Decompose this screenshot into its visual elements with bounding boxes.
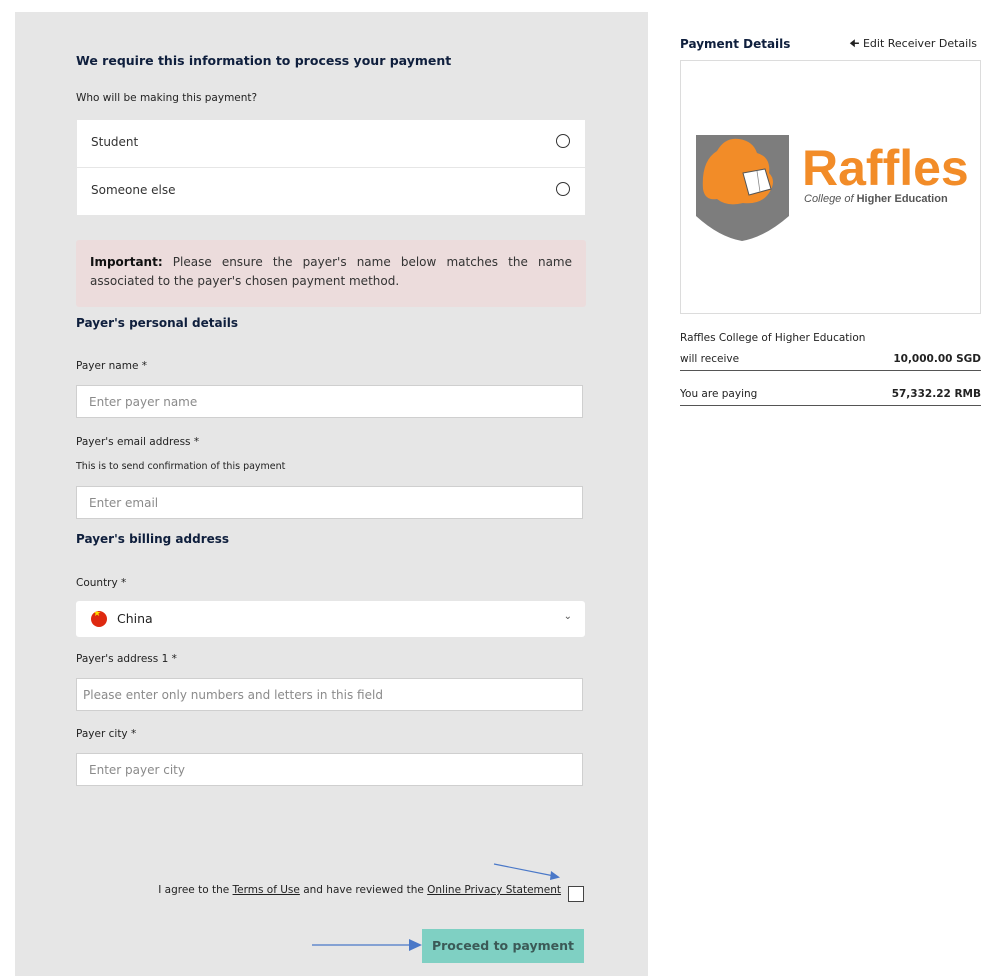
personal-details-heading: Payer's personal details xyxy=(76,316,238,330)
china-flag-icon: ★ xyxy=(91,611,107,627)
edit-receiver-label: Edit Receiver Details xyxy=(862,37,977,50)
logo-tagline-rest: Higher Education xyxy=(854,193,948,205)
receiver-name: Raffles College of Higher Education xyxy=(680,332,866,344)
important-notice: Important: Please ensure the payer's nam… xyxy=(76,240,586,307)
payer-name-label: Payer name * xyxy=(76,360,147,372)
checkbox-icon[interactable] xyxy=(568,886,584,902)
radio-icon[interactable] xyxy=(556,134,570,148)
country-select[interactable]: ★ China ⌄ xyxy=(76,601,585,637)
payer-option-someone-else[interactable]: Someone else xyxy=(77,168,585,215)
city-input[interactable]: Enter payer city xyxy=(76,753,583,786)
terms-agreement: I agree to the Terms of Use and have rev… xyxy=(158,884,561,896)
edit-receiver-details-link[interactable]: 🠈 Edit Receiver Details xyxy=(849,35,977,54)
city-label: Payer city * xyxy=(76,728,137,740)
receiver-logo-box: Raffles College of Higher Education xyxy=(680,60,981,314)
button-pointer-arrow xyxy=(312,939,422,951)
receive-amount: 10,000.00 SGD xyxy=(893,353,981,365)
payment-details-title: Payment Details xyxy=(680,37,791,51)
logo-wordmark: Raffles xyxy=(802,140,969,196)
email-placeholder: Enter email xyxy=(89,496,159,510)
address1-placeholder: Please enter only numbers and letters in… xyxy=(83,688,383,702)
paying-amount: 57,332.22 RMB xyxy=(891,388,981,400)
form-title: We require this information to process y… xyxy=(76,53,452,68)
agree-middle: and have reviewed the xyxy=(299,884,428,896)
address1-input[interactable]: Please enter only numbers and letters in… xyxy=(76,678,583,711)
agree-prefix: I agree to the xyxy=(158,884,233,896)
checkbox-pointer-arrow xyxy=(493,863,560,880)
divider xyxy=(680,370,981,371)
lion-shield-icon xyxy=(696,135,789,241)
address1-label: Payer's address 1 * xyxy=(76,653,177,665)
payer-name-placeholder: Enter payer name xyxy=(89,395,198,409)
payer-name-input[interactable]: Enter payer name xyxy=(76,385,583,418)
city-placeholder: Enter payer city xyxy=(89,763,185,777)
divider xyxy=(680,405,981,406)
chevron-down-icon: ⌄ xyxy=(563,611,572,622)
email-help-text: This is to send confirmation of this pay… xyxy=(76,461,286,472)
privacy-statement-link[interactable]: Online Privacy Statement xyxy=(427,884,561,896)
notice-bold: Important: xyxy=(90,255,163,269)
raffles-logo: Raffles College of Higher Education xyxy=(696,135,969,241)
email-label: Payer's email address * xyxy=(76,436,200,448)
terms-of-use-link[interactable]: Terms of Use xyxy=(233,884,300,896)
arrow-left-icon: 🠈 xyxy=(849,37,860,50)
proceed-to-payment-button[interactable]: Proceed to payment xyxy=(422,929,584,963)
radio-icon[interactable] xyxy=(556,182,570,196)
country-value: China xyxy=(117,611,153,626)
payer-question: Who will be making this payment? xyxy=(76,92,258,104)
receive-label: will receive xyxy=(680,353,740,365)
country-label: Country * xyxy=(76,577,127,589)
billing-address-heading: Payer's billing address xyxy=(76,532,230,546)
svg-text:College of Higher Education: College of Higher Education xyxy=(804,193,948,205)
email-input[interactable]: Enter email xyxy=(76,486,583,519)
notice-text: Please ensure the payer's name below mat… xyxy=(90,255,572,288)
paying-label: You are paying xyxy=(680,388,758,400)
payer-option-student[interactable]: Student xyxy=(77,120,585,168)
logo-tagline-italic: College of xyxy=(804,193,854,205)
payer-option-label: Someone else xyxy=(91,183,176,197)
payer-option-label: Student xyxy=(91,135,139,149)
